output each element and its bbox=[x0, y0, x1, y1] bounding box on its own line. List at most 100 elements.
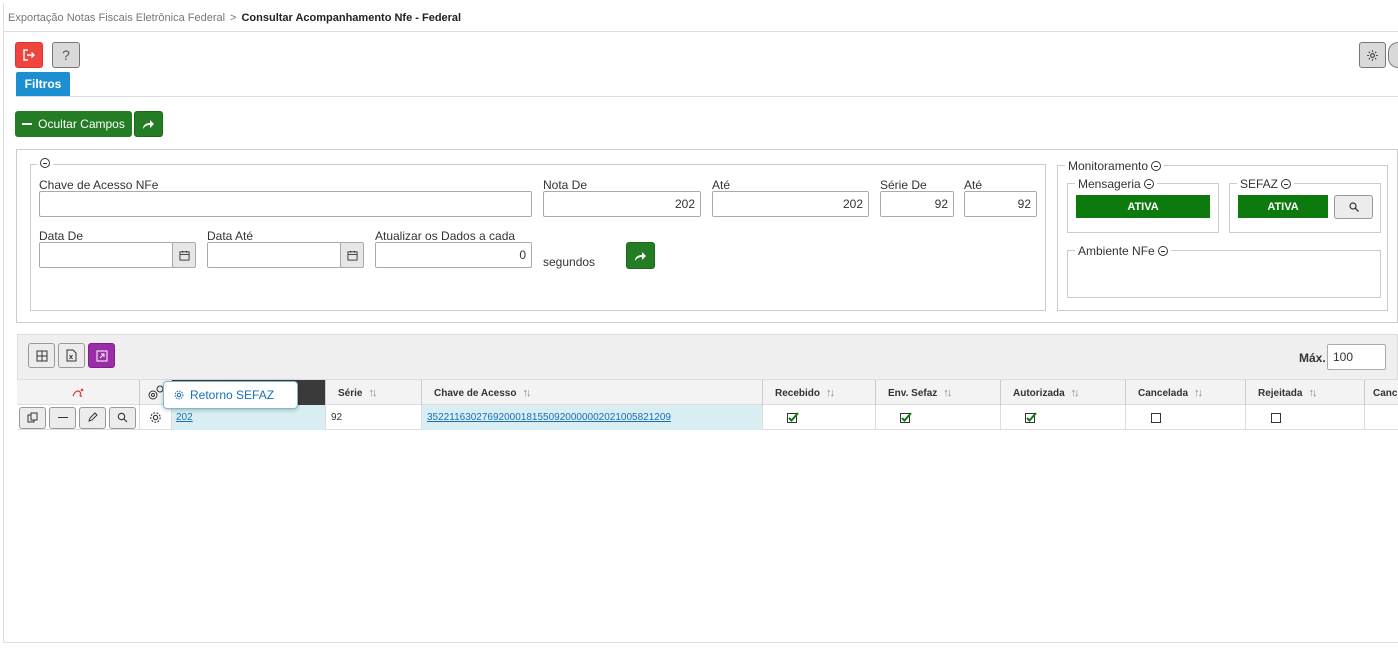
ocultar-campos-button[interactable]: Ocultar Campos bbox=[15, 111, 132, 137]
export-excel-button[interactable] bbox=[58, 343, 85, 368]
share-arrow-icon bbox=[635, 251, 646, 261]
gear-icon bbox=[174, 390, 184, 400]
serie-ate-label: Até bbox=[964, 178, 983, 192]
excel-file-icon bbox=[66, 349, 77, 362]
remove-button[interactable] bbox=[49, 406, 76, 429]
gear-icon bbox=[1367, 49, 1378, 61]
header-env-sefaz-label: Env. Sefaz bbox=[888, 387, 938, 399]
serie-de-label: Série De bbox=[880, 178, 927, 192]
sefaz-legend: SEFAZ bbox=[1237, 177, 1295, 191]
header-rejeitada-label: Rejeitada bbox=[1258, 387, 1303, 399]
minus-icon bbox=[22, 123, 33, 125]
header-recebido[interactable]: Recebido ↑↓ bbox=[763, 380, 876, 406]
data-ate-input[interactable] bbox=[207, 242, 341, 268]
breadcrumb-parent[interactable]: Exportação Notas Fiscais Eletrônica Fede… bbox=[8, 12, 225, 24]
chave-link[interactable]: 3522116302769200018155092000000202100582… bbox=[427, 412, 671, 423]
page-frame bbox=[3, 3, 1398, 643]
ocultar-campos-label: Ocultar Campos bbox=[38, 117, 125, 131]
nota-de-input[interactable]: 202 bbox=[543, 191, 701, 217]
share-arrow-icon bbox=[143, 120, 154, 129]
divider bbox=[3, 31, 1398, 32]
collapse-icon[interactable] bbox=[1151, 161, 1162, 171]
sort-icon[interactable]: ↑↓ bbox=[368, 387, 377, 399]
view-button[interactable] bbox=[109, 406, 136, 429]
exit-icon bbox=[23, 49, 35, 61]
collapse-icon bbox=[40, 158, 50, 168]
segundos-label: segundos bbox=[543, 255, 596, 269]
header-serie-label: Série bbox=[338, 387, 363, 399]
columns-button[interactable] bbox=[28, 343, 55, 368]
nota-ate-label: Até bbox=[712, 178, 731, 192]
header-cancelada-label: Cancelada bbox=[1138, 387, 1189, 399]
minus-icon bbox=[57, 416, 68, 419]
chave-input[interactable] bbox=[39, 191, 532, 217]
chave-label: Chave de Acesso NFe bbox=[39, 178, 159, 192]
exit-button[interactable] bbox=[15, 42, 43, 68]
sort-icon[interactable]: ↑↓ bbox=[1071, 387, 1080, 399]
collapse-icon[interactable] bbox=[1157, 246, 1168, 256]
expand-icon bbox=[96, 350, 107, 361]
cell-rejeitada[interactable] bbox=[1246, 405, 1365, 430]
monitoramento-legend: Monitoramento bbox=[1065, 159, 1165, 173]
header-rejeitada[interactable]: Rejeitada ↑↓ bbox=[1246, 380, 1365, 406]
header-env-sefaz[interactable]: Env. Sefaz ↑↓ bbox=[876, 380, 1001, 406]
nota-link[interactable]: 202 bbox=[176, 412, 193, 423]
calendar-icon bbox=[346, 250, 358, 261]
expand-button[interactable] bbox=[88, 343, 115, 368]
clear-filter-icon[interactable] bbox=[71, 387, 85, 399]
data-de-calendar-button[interactable] bbox=[172, 242, 196, 268]
header-chave[interactable]: Chave de Acesso ↑↓ bbox=[422, 380, 763, 406]
max-input[interactable]: 100 bbox=[1327, 344, 1386, 370]
cell-recebido[interactable] bbox=[763, 405, 876, 430]
nota-ate-input[interactable]: 202 bbox=[712, 191, 869, 217]
header-recebido-label: Recebido bbox=[775, 387, 821, 399]
ambiente-legend: Ambiente NFe bbox=[1075, 244, 1171, 258]
cell-canc-truncated bbox=[1365, 405, 1398, 430]
header-serie[interactable]: Série ↑↓ bbox=[326, 380, 422, 406]
help-button[interactable]: ? bbox=[52, 42, 80, 68]
cell-serie: 92 bbox=[326, 405, 422, 430]
apply-refresh-button[interactable] bbox=[626, 242, 655, 269]
collapse-icon[interactable] bbox=[1281, 179, 1292, 189]
retorno-sefaz-menu-item[interactable]: Retorno SEFAZ bbox=[163, 381, 298, 409]
unchecked-box[interactable] bbox=[1271, 412, 1281, 423]
sort-icon[interactable]: ↑↓ bbox=[943, 387, 952, 399]
sefaz-check-button[interactable] bbox=[1334, 195, 1373, 219]
serie-ate-input[interactable]: 92 bbox=[964, 191, 1037, 217]
sort-icon[interactable]: ↑↓ bbox=[826, 387, 835, 399]
monitoramento-title: Monitoramento bbox=[1068, 159, 1149, 173]
atualizar-input[interactable]: 0 bbox=[375, 242, 532, 268]
share-button[interactable] bbox=[134, 111, 163, 137]
cell-cancelada[interactable] bbox=[1126, 405, 1246, 430]
serie-de-input[interactable]: 92 bbox=[880, 191, 954, 217]
cell-autorizada[interactable] bbox=[1001, 405, 1126, 430]
header-autorizada-label: Autorizada bbox=[1013, 387, 1065, 399]
unchecked-box[interactable] bbox=[1151, 412, 1161, 423]
header-cancelada[interactable]: Cancelada ↑↓ bbox=[1126, 380, 1246, 406]
header-canc-truncated[interactable]: Canc bbox=[1365, 380, 1398, 406]
page-title: Consultar Acompanhamento Nfe - Federal bbox=[241, 12, 462, 24]
filter-collapse-toggle[interactable] bbox=[37, 158, 53, 168]
grid-columns-icon bbox=[36, 350, 47, 361]
check-icon bbox=[900, 412, 912, 423]
header-autorizada[interactable]: Autorizada ↑↓ bbox=[1001, 380, 1126, 406]
data-de-input[interactable] bbox=[39, 242, 173, 268]
copy-button[interactable] bbox=[19, 406, 46, 429]
settings-button[interactable] bbox=[1359, 42, 1386, 68]
edit-button[interactable] bbox=[79, 406, 106, 429]
sort-icon[interactable]: ↑↓ bbox=[522, 387, 531, 399]
check-icon bbox=[1025, 412, 1037, 423]
calendar-icon bbox=[178, 250, 190, 261]
sefaz-status-badge: ATIVA bbox=[1238, 195, 1328, 218]
mensageria-label: Mensageria bbox=[1078, 177, 1141, 191]
sort-icon[interactable]: ↑↓ bbox=[1308, 387, 1317, 399]
tab-filtros[interactable]: Filtros bbox=[16, 72, 70, 96]
grid-toolbar bbox=[17, 334, 1398, 379]
cell-chave[interactable]: 3522116302769200018155092000000202100582… bbox=[422, 405, 763, 430]
cell-env-sefaz[interactable] bbox=[876, 405, 1001, 430]
user-button[interactable] bbox=[1388, 42, 1398, 68]
collapse-icon[interactable] bbox=[1143, 179, 1154, 189]
data-ate-calendar-button[interactable] bbox=[340, 242, 364, 268]
sort-icon[interactable]: ↑↓ bbox=[1194, 387, 1203, 399]
sefaz-label: SEFAZ bbox=[1240, 177, 1279, 191]
